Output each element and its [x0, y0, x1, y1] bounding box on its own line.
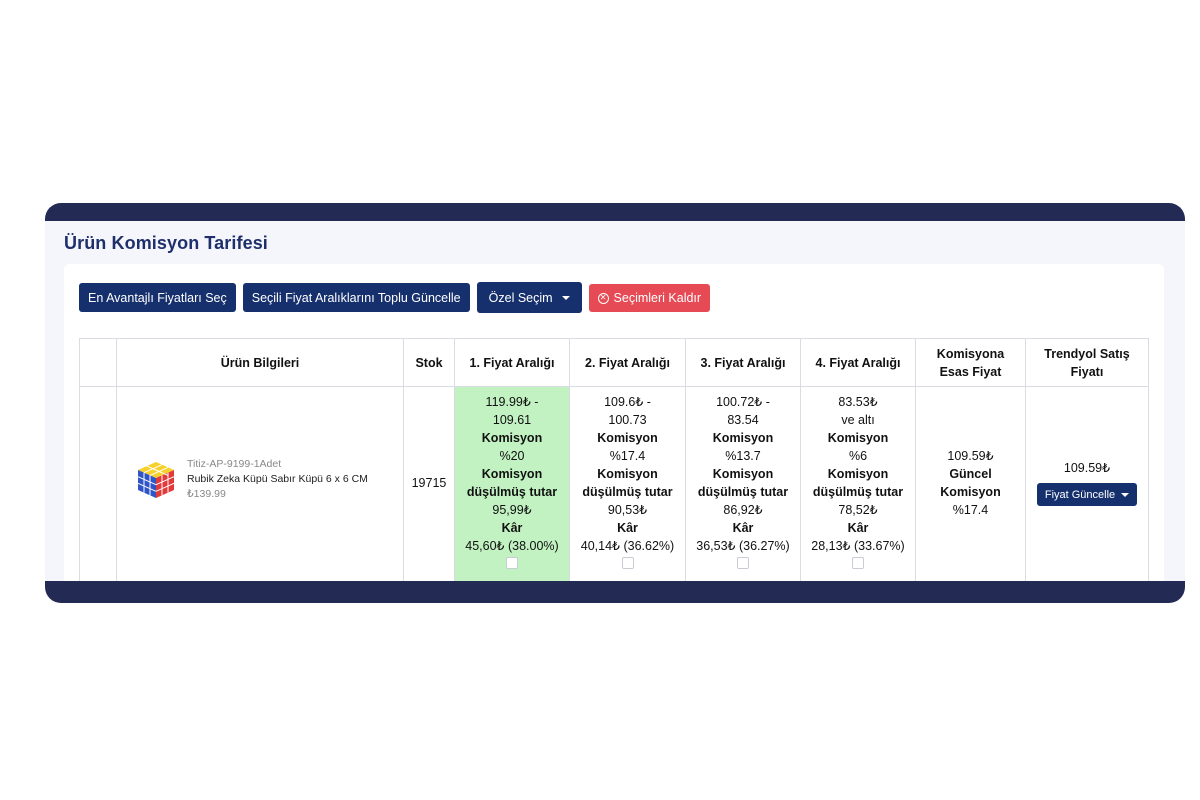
range-3-profit-label: Kâr: [732, 521, 754, 535]
header-range-3: 3. Fiyat Aralığı: [685, 338, 801, 387]
header-sale-price: Trendyol Satış Fiyatı: [1025, 338, 1149, 387]
page-title: Ürün Komisyon Tarifesi: [64, 233, 268, 253]
range-2-commission-label: Komisyon: [597, 431, 658, 445]
stock-cell: 19715: [403, 386, 455, 581]
table-header-row: Ürün Bilgileri Stok 1. Fiyat Aralığı 2. …: [79, 338, 1149, 387]
range-4-checkbox[interactable]: [852, 557, 864, 569]
range-4-commission-label: Komisyon: [827, 431, 889, 445]
current-label: Güncel: [949, 467, 992, 481]
product-text: Titiz-AP-9199-1Adet Rubik Zeka Küpü Sabı…: [187, 457, 368, 502]
product-price: ₺139.99: [187, 488, 226, 500]
range-4-line1: 83.53₺: [838, 395, 878, 409]
header-product: Ürün Bilgileri: [116, 338, 404, 387]
range-2-line2: 100.73: [608, 413, 647, 427]
custom-select-dropdown[interactable]: Özel Seçim: [476, 282, 582, 313]
range-2-cell[interactable]: 109.6₺ - 100.73 Komisyon %17.4 Komisyon d…: [569, 386, 686, 581]
range-3-line2: 83.54: [727, 413, 759, 427]
product-info: Titiz-AP-9199-1Adet Rubik Zeka Küpü Sabı…: [117, 393, 403, 502]
range-1-commission-label: Komisyon: [481, 431, 543, 445]
range-1-checkbox[interactable]: [506, 557, 518, 569]
range-3-commission-label: Komisyon: [712, 431, 774, 445]
header-commission-base-line2: Esas Fiyat: [939, 364, 1002, 379]
range-2-profit: 40,14₺ (36.62%): [580, 539, 675, 553]
range-1-line2: 109.61: [492, 413, 532, 427]
range-4-line2: ve altı: [841, 413, 875, 427]
best-prices-button[interactable]: En Avantajlı Fiyatları Seç: [79, 283, 236, 312]
current-commission-label: Komisyon: [940, 485, 1001, 499]
range-2-checkbox[interactable]: [621, 557, 634, 569]
header-commission-base: Komisyona Esas Fiyat: [915, 338, 1026, 387]
header-commission-base-line1: Komisyona: [936, 346, 1005, 361]
range-1-net: 95,99₺: [492, 503, 532, 517]
product-code: Titiz-AP-9199-1Adet: [187, 458, 282, 470]
header-stock: Stok: [403, 338, 455, 387]
range-1-profit-label: Kâr: [501, 521, 523, 535]
range-3-cell[interactable]: 100.72₺ - 83.54 Komisyon %13.7 Komisyon d…: [685, 386, 801, 581]
custom-select-label: Özel Seçim: [488, 290, 553, 305]
range-3-net-label: Komisyon düşülmüş tutar: [697, 467, 789, 499]
commission-table: Ürün Bilgileri Stok 1. Fiyat Aralığı 2. …: [79, 338, 1149, 581]
clear-selection-button[interactable]: ✕ Seçimleri Kaldır: [588, 284, 711, 312]
range-2-net-label: Komisyon düşülmüş tutar: [582, 467, 673, 499]
range-3-commission: %13.7: [725, 449, 761, 463]
range-1-profit: 45,60₺ (38.00%): [465, 539, 559, 553]
bulk-update-button[interactable]: Seçili Fiyat Aralıklarını Toplu Güncelle: [242, 283, 470, 312]
range-4-profit: 28,13₺ (33.67%): [811, 539, 905, 553]
best-prices-label: En Avantajlı Fiyatları Seç: [88, 290, 227, 305]
range-3-checkbox[interactable]: [737, 557, 749, 569]
current-commission: %17.4: [952, 503, 989, 517]
bulk-update-label: Seçili Fiyat Aralıklarını Toplu Güncelle: [251, 290, 461, 305]
content-area: Ürün Komisyon Tarifesi En Avantajlı Fiya…: [45, 221, 1185, 581]
header-range-1: 1. Fiyat Aralığı: [454, 338, 570, 387]
range-4-net-label: Komisyon düşülmüş tutar: [812, 467, 904, 499]
range-1-cell[interactable]: 119.99₺ - 109.61 Komisyon %20 Komisyon dü…: [454, 386, 570, 581]
rubik-cube-icon: [137, 461, 175, 498]
commission-base-cell: 109.59₺ Güncel Komisyon %17.4: [915, 386, 1026, 581]
range-1-commission: %20: [499, 449, 525, 463]
range-2-line1: 109.6₺ -: [604, 395, 651, 409]
range-3-net: 86,92₺: [723, 503, 763, 517]
caret-down-icon: [561, 295, 570, 300]
range-2-profit-label: Kâr: [617, 521, 638, 535]
commission-base-price: 109.59₺: [947, 449, 994, 463]
range-2-net: 90,53₺: [607, 503, 648, 517]
row-select-cell: [79, 386, 117, 581]
product-name[interactable]: Rubik Zeka Küpü Sabır Küpü 6 x 6 CM: [187, 472, 368, 487]
header-range-2: 2. Fiyat Aralığı: [569, 338, 686, 387]
range-3-line1: 100.72₺ -: [716, 395, 770, 409]
header-sale-price-line2: Fiyatı: [1070, 364, 1104, 379]
table-row: Titiz-AP-9199-1Adet Rubik Zeka Küpü Sabı…: [79, 386, 1149, 581]
header-sale-price-line1: Trendyol Satış: [1044, 346, 1130, 361]
update-price-label: Fiyat Güncelle: [1044, 488, 1116, 501]
header-select: [79, 338, 117, 387]
range-3-profit: 36,53₺ (36.27%): [696, 539, 790, 553]
commission-card: En Avantajlı Fiyatları Seç Seçili Fiyat …: [64, 264, 1164, 581]
range-4-cell[interactable]: 83.53₺ ve altı Komisyon %6 Komisyon düşül…: [800, 386, 916, 581]
caret-down-icon: [1121, 492, 1130, 497]
range-4-net: 78,52₺: [838, 503, 878, 517]
range-1-line1: 119.99₺ -: [485, 395, 539, 409]
toolbar: En Avantajlı Fiyatları Seç Seçili Fiyat …: [79, 282, 711, 313]
update-price-button[interactable]: Fiyat Güncelle: [1036, 483, 1138, 506]
range-4-profit-label: Kâr: [847, 521, 869, 535]
sale-price-cell: 109.59₺ Fiyat Güncelle: [1025, 386, 1149, 581]
range-2-commission: %17.4: [609, 449, 646, 463]
clear-selection-label: Seçimleri Kaldır: [613, 291, 702, 305]
x-circle-icon: ✕: [597, 292, 609, 304]
sale-price: 109.59₺: [1063, 461, 1111, 475]
product-info-cell: Titiz-AP-9199-1Adet Rubik Zeka Küpü Sabı…: [116, 386, 404, 581]
range-4-commission: %6: [848, 449, 868, 463]
range-1-net-label: Komisyon düşülmüş tutar: [466, 467, 558, 499]
app-frame: Ürün Komisyon Tarifesi En Avantajlı Fiya…: [45, 203, 1185, 603]
header-range-4: 4. Fiyat Aralığı: [800, 338, 916, 387]
